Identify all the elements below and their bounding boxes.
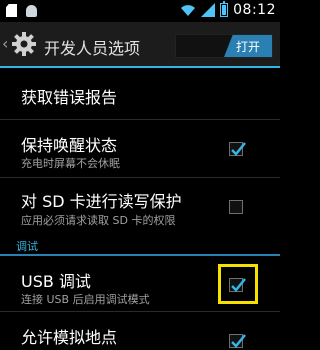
page-title: 开发人员选项: [44, 39, 141, 58]
status-bar: 08:12: [0, 0, 280, 22]
list-item-bug-report[interactable]: 获取错误报告: [0, 68, 280, 120]
toggle-label: 打开: [235, 40, 260, 54]
section-label: 调试: [16, 240, 38, 253]
back-chevron-icon[interactable]: ‹: [2, 34, 8, 53]
android-icon: [25, 4, 38, 17]
section-header-debugging: 调试: [0, 236, 280, 256]
item-summary: 连接 USB 后启用调试模式: [21, 293, 150, 306]
action-bar: ‹ 开发人员选项 打开: [0, 22, 280, 68]
sd-protect-checkbox[interactable]: [229, 200, 243, 214]
signal-icon: [201, 3, 216, 17]
highlight-box: [218, 264, 258, 304]
battery-icon: [220, 1, 229, 17]
wifi-icon: [181, 4, 196, 16]
item-title: 获取错误报告: [21, 88, 118, 107]
developer-options-toggle[interactable]: 打开: [175, 34, 273, 58]
item-title: 保持唤醒状态: [21, 136, 118, 155]
item-title: 允许模拟地点: [21, 328, 118, 347]
mock-location-checkbox[interactable]: [229, 334, 246, 348]
sd-card-icon: [6, 4, 17, 17]
checkmark-icon: [231, 142, 246, 156]
item-summary: 充电时屏幕不会休眠: [21, 157, 120, 170]
status-time: 08:12: [233, 2, 276, 18]
gear-icon[interactable]: [10, 30, 38, 58]
status-left-icons: [6, 4, 38, 17]
list-item-stay-awake[interactable]: 保持唤醒状态 充电时屏幕不会休眠: [0, 120, 280, 178]
item-summary: 应用必须请求读取 SD 卡的权限: [21, 214, 176, 227]
list-item-mock-location[interactable]: 允许模拟地点: [0, 312, 280, 348]
status-right-icons: 08:12: [180, 1, 276, 18]
list-item-sd-protect[interactable]: 对 SD 卡进行读写保护 应用必须请求读取 SD 卡的权限: [0, 178, 280, 236]
item-title: USB 调试: [21, 272, 91, 291]
checkmark-icon: [231, 334, 246, 348]
item-title: 对 SD 卡进行读写保护: [21, 192, 182, 211]
stay-awake-checkbox[interactable]: [229, 142, 246, 156]
